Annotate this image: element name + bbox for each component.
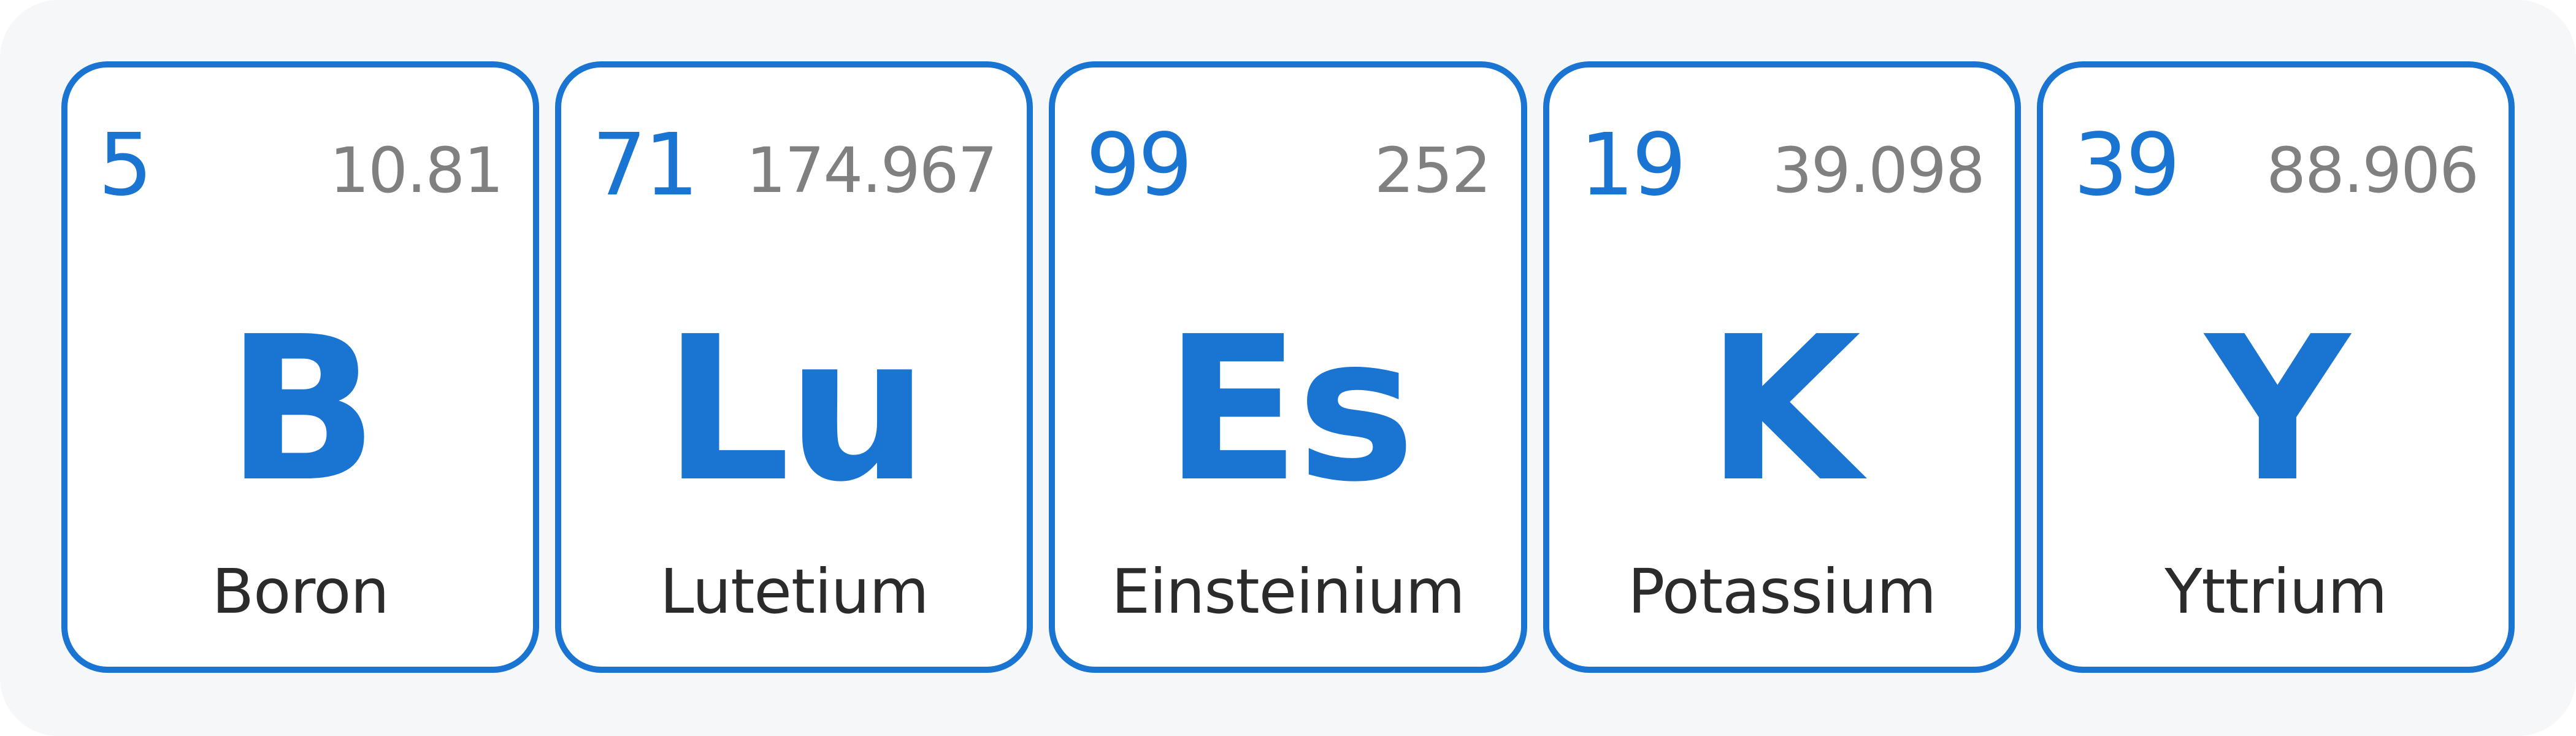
atomic-number: 39 [2073, 115, 2180, 215]
element-tile-row: 5 10.81 B Boron 71 174.967 Lu Lutetium 9… [61, 61, 2515, 673]
element-tile-einsteinium: 99 252 Es Einsteinium [1049, 61, 1527, 673]
element-tile-yttrium: 39 88.906 Y Yttrium [2036, 61, 2515, 673]
element-tiles-panel: 5 10.81 B Boron 71 174.967 Lu Lutetium 9… [0, 0, 2576, 736]
atomic-number: 99 [1086, 115, 1192, 215]
element-tile-potassium: 19 39.098 K Potassium [1543, 61, 2021, 673]
element-symbol: K [1706, 293, 1861, 526]
element-name: Potassium [1628, 556, 1936, 627]
atomic-mass: 252 [1374, 134, 1492, 207]
element-tile-boron: 5 10.81 B Boron [61, 61, 540, 673]
element-tile-lutetium: 71 174.967 Lu Lutetium [555, 61, 1033, 673]
element-name: Boron [212, 556, 389, 627]
element-name: Lutetium [659, 556, 929, 627]
atomic-mass: 88.906 [2266, 134, 2479, 207]
atomic-number: 71 [592, 115, 699, 215]
element-symbol: Y [2205, 293, 2350, 526]
element-symbol: Lu [663, 293, 929, 526]
element-name: Einsteinium [1111, 556, 1465, 627]
atomic-number: 5 [98, 115, 153, 215]
element-name: Yttrium [2164, 556, 2387, 627]
atomic-mass: 10.81 [329, 134, 504, 207]
atomic-mass: 39.098 [1772, 134, 1985, 207]
element-symbol: Es [1164, 293, 1415, 526]
element-symbol: B [226, 293, 378, 526]
atomic-mass: 174.967 [746, 134, 998, 207]
atomic-number: 19 [1579, 115, 1687, 215]
